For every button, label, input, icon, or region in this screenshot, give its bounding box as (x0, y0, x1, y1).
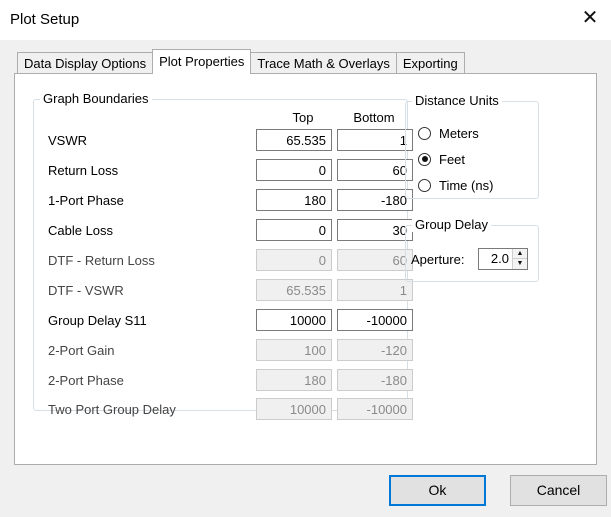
row-label-2-port-phase: 2-Port Phase (48, 373, 124, 388)
row-label-cable-loss: Cable Loss (48, 223, 114, 238)
cancel-button[interactable]: Cancel (510, 475, 607, 506)
group-delay-s11-top-input[interactable] (256, 309, 332, 331)
distance-units-title: Distance Units (412, 93, 502, 108)
ok-button[interactable]: Ok (389, 475, 486, 506)
vswr-top-input[interactable] (256, 129, 332, 151)
radio-feet-button[interactable] (418, 152, 431, 166)
row-label-vswr: VSWR (48, 133, 87, 148)
row-label-two-port-group-delay: Two Port Group Delay (48, 402, 176, 417)
dtf-vswr-top-input[interactable] (256, 279, 332, 301)
bottom-column-header: Bottom (353, 110, 395, 125)
dtf-return-loss-bottom-input[interactable] (337, 249, 413, 271)
2-port-gain-top-input[interactable] (256, 339, 332, 361)
graph-boundaries-title: Graph Boundaries (40, 91, 152, 106)
two-port-group-delay-bottom-input[interactable] (337, 398, 413, 420)
group-delay-title: Group Delay (412, 217, 491, 232)
radio-meters-label: Meters (439, 125, 479, 141)
cable-loss-top-input[interactable] (256, 219, 332, 241)
return-loss-top-input[interactable] (256, 159, 332, 181)
group-delay-s11-bottom-input[interactable] (337, 309, 413, 331)
2-port-gain-bottom-input[interactable] (337, 339, 413, 361)
spin-up-icon[interactable]: ▲ (513, 249, 527, 259)
group-delay-group: Group Delay Aperture: 2.0 ▲ ▼ (405, 217, 539, 282)
aperture-spinbox[interactable]: 2.0 ▲ ▼ (478, 248, 528, 270)
1-port-phase-top-input[interactable] (256, 189, 332, 211)
aperture-value[interactable]: 2.0 (479, 249, 512, 269)
radio-time-ns-button[interactable] (418, 178, 431, 192)
radio-meters-button[interactable] (418, 126, 431, 140)
title-bar: Plot Setup ✕ (0, 0, 611, 40)
dtf-vswr-bottom-input[interactable] (337, 279, 413, 301)
return-loss-bottom-input[interactable] (337, 159, 413, 181)
graph-boundaries-group: Graph Boundaries Top Bottom VSWR Return … (33, 91, 413, 420)
radio-feet-label: Feet (439, 151, 466, 167)
tab-trace-math-overlays[interactable]: Trace Math & Overlays (250, 52, 397, 74)
vswr-bottom-input[interactable] (337, 129, 413, 151)
2-port-phase-bottom-input[interactable] (337, 369, 413, 391)
row-label-dtf-return-loss: DTF - Return Loss (48, 253, 155, 268)
close-icon: ✕ (581, 7, 599, 29)
plot-properties-panel: Graph Boundaries Top Bottom VSWR Return … (14, 73, 597, 465)
spin-down-icon[interactable]: ▼ (513, 259, 527, 269)
radio-time-ns[interactable]: Time (ns) (418, 176, 493, 194)
close-button[interactable]: ✕ (577, 6, 603, 32)
aperture-spin-buttons: ▲ ▼ (512, 249, 527, 269)
row-label-group-delay-s11: Group Delay S11 (48, 313, 147, 328)
window-title: Plot Setup (10, 11, 80, 28)
1-port-phase-bottom-input[interactable] (337, 189, 413, 211)
row-label-2-port-gain: 2-Port Gain (48, 343, 115, 358)
dtf-return-loss-top-input[interactable] (256, 249, 332, 271)
distance-units-group: Distance Units Meters Feet Time (ns) (405, 93, 539, 199)
radio-feet[interactable]: Feet (418, 150, 465, 168)
row-label-return-loss: Return Loss (48, 163, 119, 178)
top-column-header: Top (292, 110, 314, 125)
aperture-label: Aperture: (411, 252, 465, 267)
radio-time-ns-label: Time (ns) (439, 177, 494, 193)
tab-data-display-options[interactable]: Data Display Options (17, 52, 154, 74)
row-label-dtf-vswr: DTF - VSWR (48, 283, 124, 298)
tab-strip: Data Display Options Plot Properties Tra… (17, 49, 465, 74)
2-port-phase-top-input[interactable] (256, 369, 332, 391)
two-port-group-delay-top-input[interactable] (256, 398, 332, 420)
tab-plot-properties[interactable]: Plot Properties (152, 49, 252, 74)
tab-exporting[interactable]: Exporting (395, 52, 465, 74)
cable-loss-bottom-input[interactable] (337, 219, 413, 241)
row-label-1-port-phase: 1-Port Phase (48, 193, 124, 208)
radio-meters[interactable]: Meters (418, 124, 479, 142)
